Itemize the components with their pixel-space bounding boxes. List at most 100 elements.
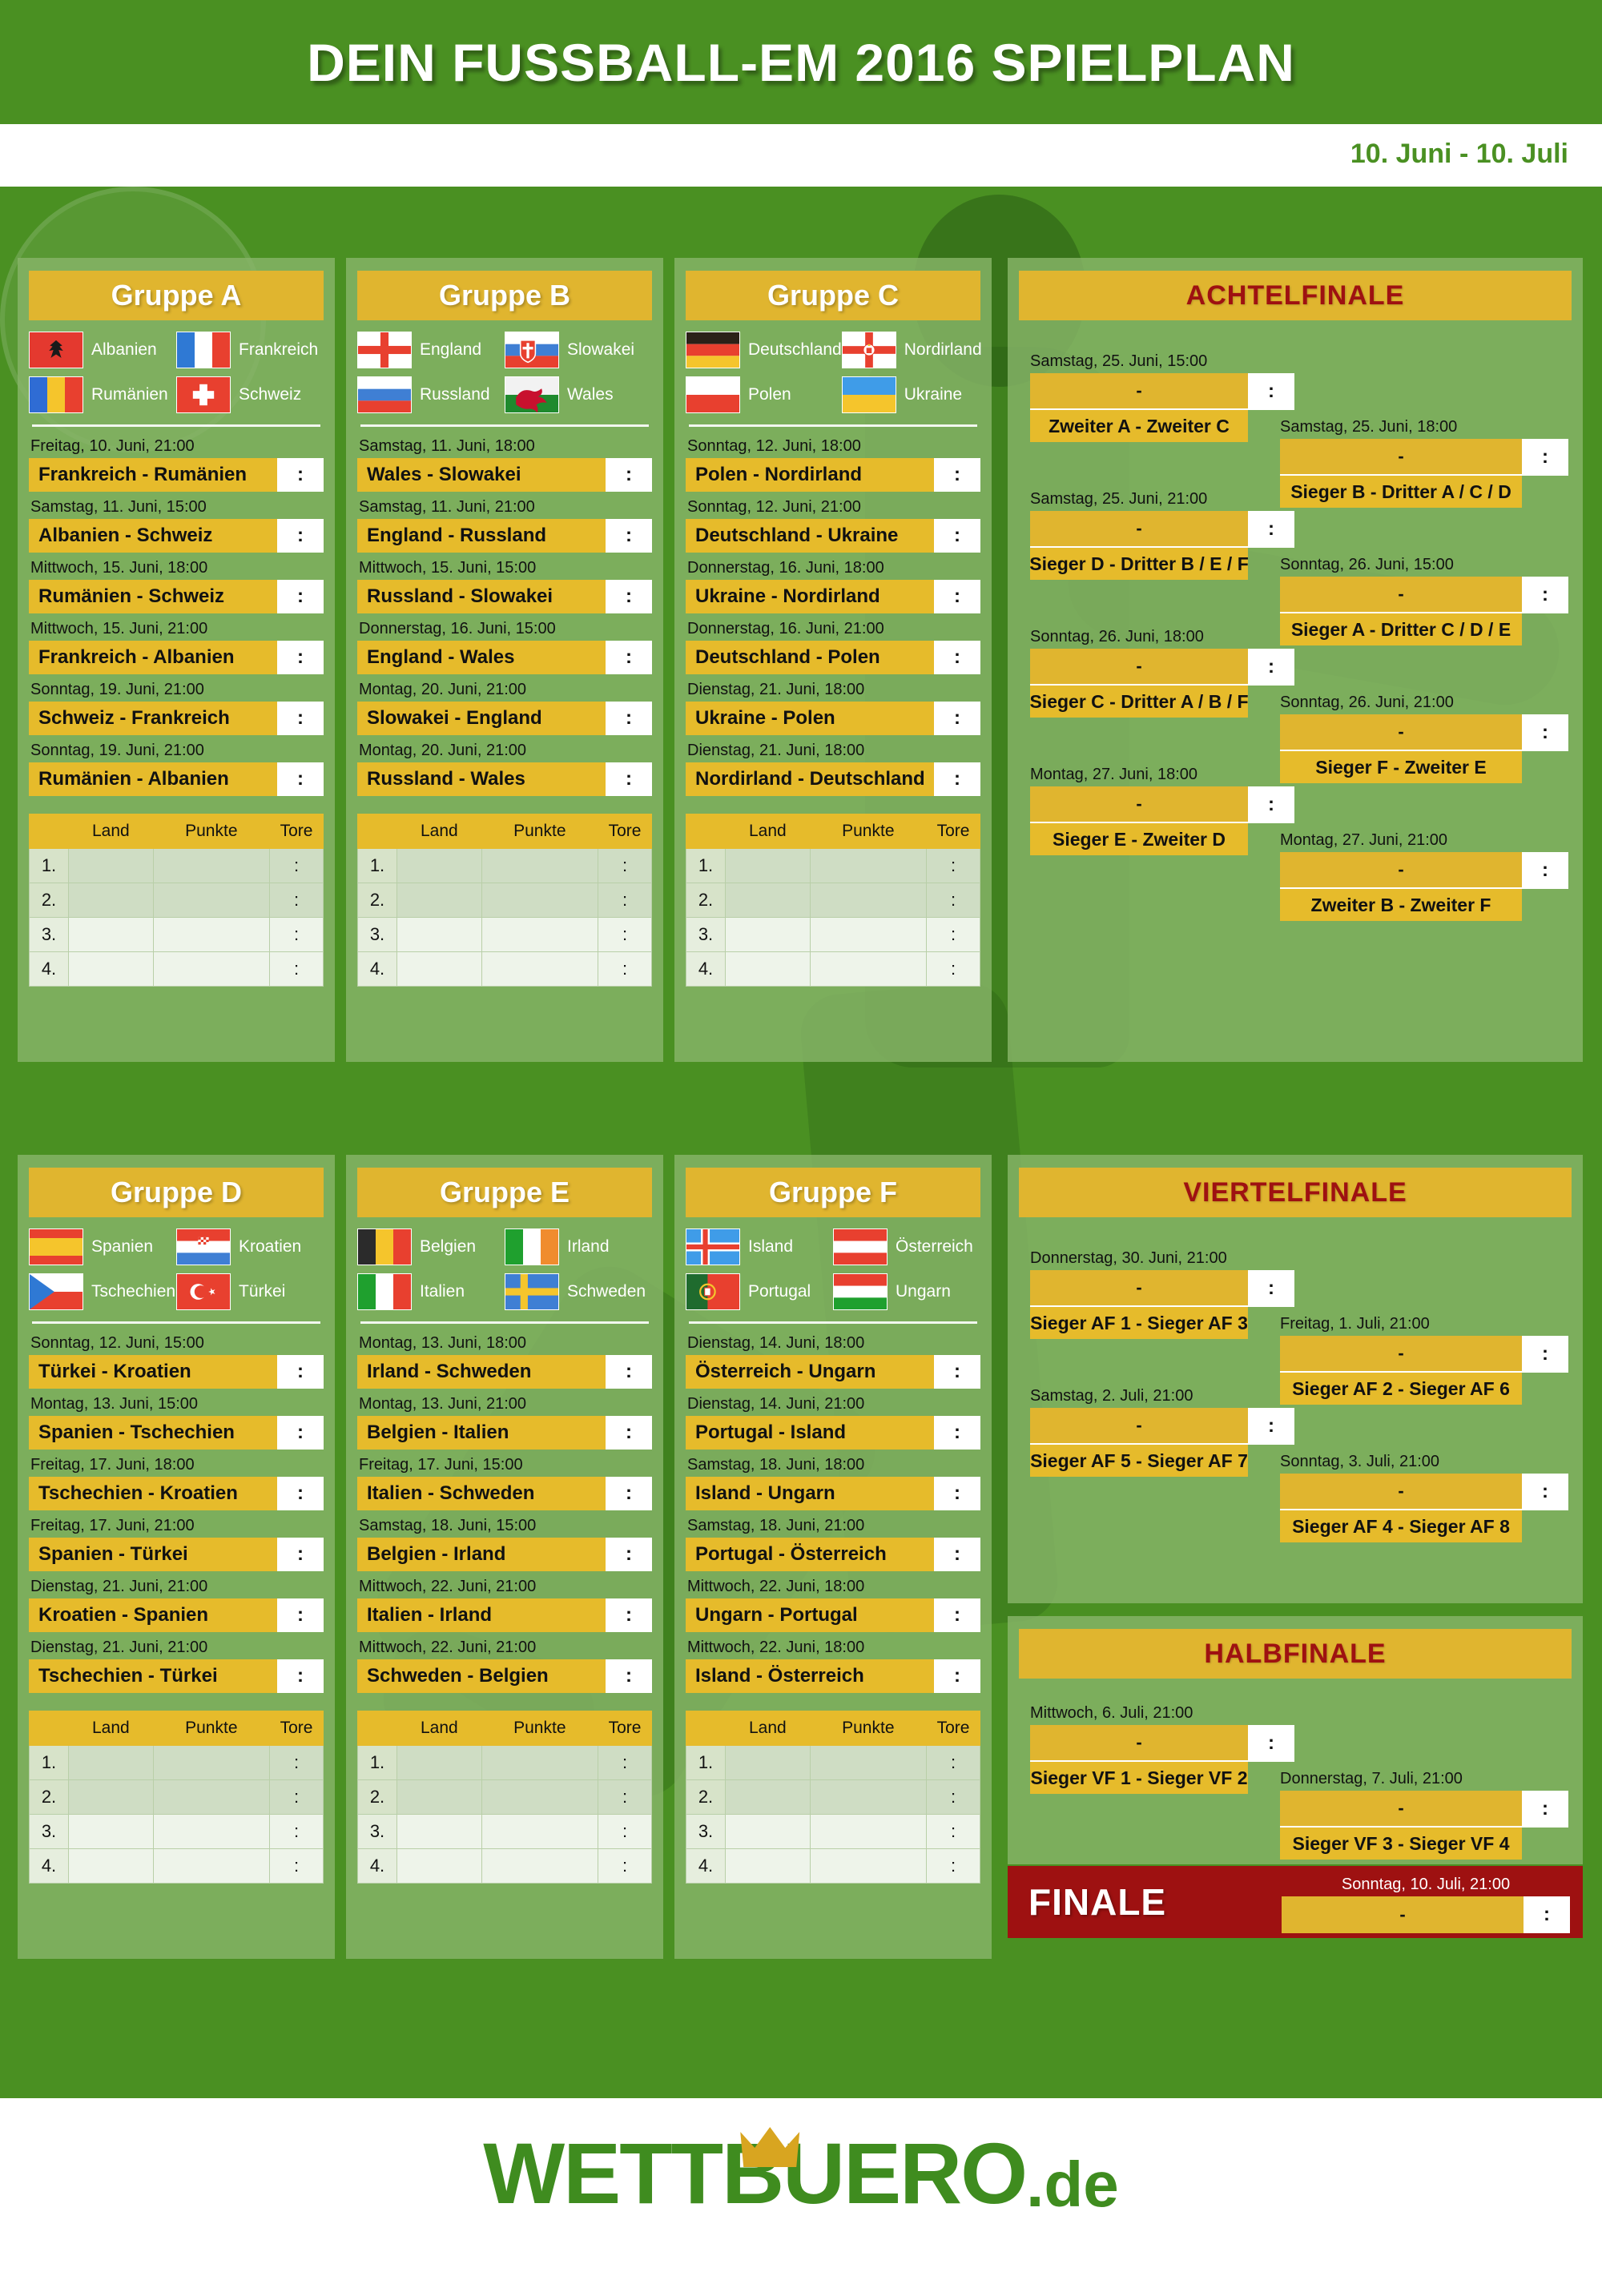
- match-score-input[interactable]: :: [606, 1598, 652, 1632]
- standings-punkte-cell[interactable]: [152, 1779, 271, 1815]
- match-score-input[interactable]: :: [1522, 852, 1568, 889]
- match-row[interactable]: - :: [1030, 511, 1294, 548]
- standings-land-cell[interactable]: [68, 917, 154, 952]
- match-row[interactable]: Belgien - Irland :: [357, 1538, 652, 1571]
- standings-punkte-cell[interactable]: [809, 883, 928, 918]
- standings-tore-cell[interactable]: :: [598, 917, 652, 952]
- match-teams-blank[interactable]: -: [1280, 852, 1522, 889]
- match-score-input[interactable]: :: [934, 1598, 980, 1632]
- match-score-input[interactable]: :: [1524, 1896, 1570, 1933]
- finale-panel[interactable]: FINALE Sonntag, 10. Juli, 21:00 - :: [1008, 1866, 1583, 1938]
- standings-tore-cell[interactable]: :: [269, 1848, 324, 1884]
- match-teams-blank[interactable]: -: [1280, 1474, 1522, 1510]
- viertelfinale-match-2[interactable]: Freitag, 1. Juli, 21:00 - : Sieger AF 2 …: [1280, 1315, 1568, 1405]
- match-row[interactable]: England - Russland :: [357, 519, 652, 553]
- match-score-input[interactable]: :: [277, 1659, 324, 1693]
- match-row[interactable]: Russland - Wales :: [357, 762, 652, 796]
- standings-tore-cell[interactable]: :: [598, 1814, 652, 1849]
- standings-tore-cell[interactable]: :: [926, 1745, 980, 1780]
- standings-punkte-cell[interactable]: [152, 917, 271, 952]
- match-score-input[interactable]: :: [934, 1659, 980, 1693]
- match-teams-blank[interactable]: -: [1280, 577, 1522, 613]
- standings-tore-cell[interactable]: :: [269, 917, 324, 952]
- standings-land-cell[interactable]: [725, 1848, 811, 1884]
- match-row[interactable]: Slowakei - England :: [357, 702, 652, 735]
- match-score-input[interactable]: :: [1248, 373, 1294, 410]
- match-row[interactable]: Nordirland - Deutschland :: [686, 762, 980, 796]
- standings-land-cell[interactable]: [68, 951, 154, 987]
- match-score-input[interactable]: :: [277, 702, 324, 735]
- match-score-input[interactable]: :: [1522, 1791, 1568, 1828]
- match-row[interactable]: Polen - Nordirland :: [686, 458, 980, 492]
- standings-land-cell[interactable]: [725, 848, 811, 883]
- match-score-input[interactable]: :: [934, 641, 980, 674]
- match-teams-blank[interactable]: -: [1280, 439, 1522, 476]
- standings-punkte-cell[interactable]: [809, 1848, 928, 1884]
- achtelfinale-match-2[interactable]: Samstag, 25. Juni, 18:00 - : Sieger B - …: [1280, 418, 1568, 508]
- match-row[interactable]: - :: [1280, 1474, 1568, 1510]
- match-row[interactable]: - :: [1030, 786, 1294, 823]
- standings-tore-cell[interactable]: :: [926, 883, 980, 918]
- achtelfinale-match-5[interactable]: Sonntag, 26. Juni, 18:00 - : Sieger C - …: [1029, 628, 1294, 718]
- standings-tore-cell[interactable]: :: [598, 883, 652, 918]
- match-teams-blank[interactable]: -: [1030, 511, 1248, 548]
- match-row[interactable]: Türkei - Kroatien :: [29, 1355, 324, 1389]
- standings-punkte-cell[interactable]: [152, 951, 271, 987]
- match-score-input[interactable]: :: [934, 1416, 980, 1450]
- match-row[interactable]: Island - Ungarn :: [686, 1477, 980, 1510]
- match-score-input[interactable]: :: [1522, 1336, 1568, 1373]
- match-score-input[interactable]: :: [606, 580, 652, 613]
- standings-land-cell[interactable]: [396, 848, 482, 883]
- match-teams-blank[interactable]: -: [1030, 373, 1248, 410]
- standings-punkte-cell[interactable]: [152, 1814, 271, 1849]
- standings-tore-cell[interactable]: :: [598, 848, 652, 883]
- match-row[interactable]: England - Wales :: [357, 641, 652, 674]
- match-row[interactable]: - :: [1030, 649, 1294, 686]
- standings-tore-cell[interactable]: :: [926, 951, 980, 987]
- match-score-input[interactable]: :: [934, 1538, 980, 1571]
- match-score-input[interactable]: :: [1248, 511, 1294, 548]
- match-score-input[interactable]: :: [934, 762, 980, 796]
- match-row[interactable]: Ukraine - Nordirland :: [686, 580, 980, 613]
- match-row[interactable]: Island - Österreich :: [686, 1659, 980, 1693]
- standings-punkte-cell[interactable]: [809, 848, 928, 883]
- match-teams-blank[interactable]: -: [1280, 1336, 1522, 1373]
- standings-tore-cell[interactable]: :: [269, 883, 324, 918]
- standings-tore-cell[interactable]: :: [269, 848, 324, 883]
- standings-punkte-cell[interactable]: [809, 1745, 928, 1780]
- standings-land-cell[interactable]: [68, 1814, 154, 1849]
- match-row[interactable]: - :: [1030, 373, 1294, 410]
- standings-tore-cell[interactable]: :: [598, 1745, 652, 1780]
- match-score-input[interactable]: :: [606, 458, 652, 492]
- match-score-input[interactable]: :: [606, 702, 652, 735]
- match-row[interactable]: Österreich - Ungarn :: [686, 1355, 980, 1389]
- match-score-input[interactable]: :: [1522, 577, 1568, 613]
- standings-punkte-cell[interactable]: [152, 883, 271, 918]
- match-score-input[interactable]: :: [277, 580, 324, 613]
- standings-tore-cell[interactable]: :: [598, 1779, 652, 1815]
- wettbuero-logo[interactable]: WETTBUERO .de: [483, 2127, 1119, 2217]
- match-row[interactable]: Frankreich - Rumänien :: [29, 458, 324, 492]
- achtelfinale-match-7[interactable]: Montag, 27. Juni, 18:00 - : Sieger E - Z…: [1030, 766, 1294, 855]
- standings-land-cell[interactable]: [725, 1814, 811, 1849]
- standings-tore-cell[interactable]: :: [926, 1779, 980, 1815]
- achtelfinale-match-8[interactable]: Montag, 27. Juni, 21:00 - : Zweiter B - …: [1280, 831, 1568, 921]
- achtelfinale-match-1[interactable]: Samstag, 25. Juni, 15:00 - : Zweiter A -…: [1030, 352, 1294, 442]
- standings-land-cell[interactable]: [68, 1745, 154, 1780]
- match-row[interactable]: Italien - Irland :: [357, 1598, 652, 1632]
- match-row[interactable]: - :: [1280, 1791, 1568, 1828]
- halbfinale-match-1[interactable]: Mittwoch, 6. Juli, 21:00 - : Sieger VF 1…: [1030, 1704, 1294, 1794]
- standings-land-cell[interactable]: [396, 1779, 482, 1815]
- achtelfinale-match-3[interactable]: Samstag, 25. Juni, 21:00 - : Sieger D - …: [1029, 490, 1294, 580]
- match-score-input[interactable]: :: [1248, 1408, 1294, 1445]
- match-row[interactable]: Italien - Schweden :: [357, 1477, 652, 1510]
- standings-punkte-cell[interactable]: [152, 1848, 271, 1884]
- match-row[interactable]: Irland - Schweden :: [357, 1355, 652, 1389]
- match-row[interactable]: Albanien - Schweiz :: [29, 519, 324, 553]
- match-score-input[interactable]: :: [934, 580, 980, 613]
- standings-land-cell[interactable]: [396, 951, 482, 987]
- viertelfinale-match-3[interactable]: Samstag, 2. Juli, 21:00 - : Sieger AF 5 …: [1030, 1387, 1294, 1477]
- match-row[interactable]: Tschechien - Kroatien :: [29, 1477, 324, 1510]
- standings-land-cell[interactable]: [68, 1779, 154, 1815]
- standings-tore-cell[interactable]: :: [269, 1745, 324, 1780]
